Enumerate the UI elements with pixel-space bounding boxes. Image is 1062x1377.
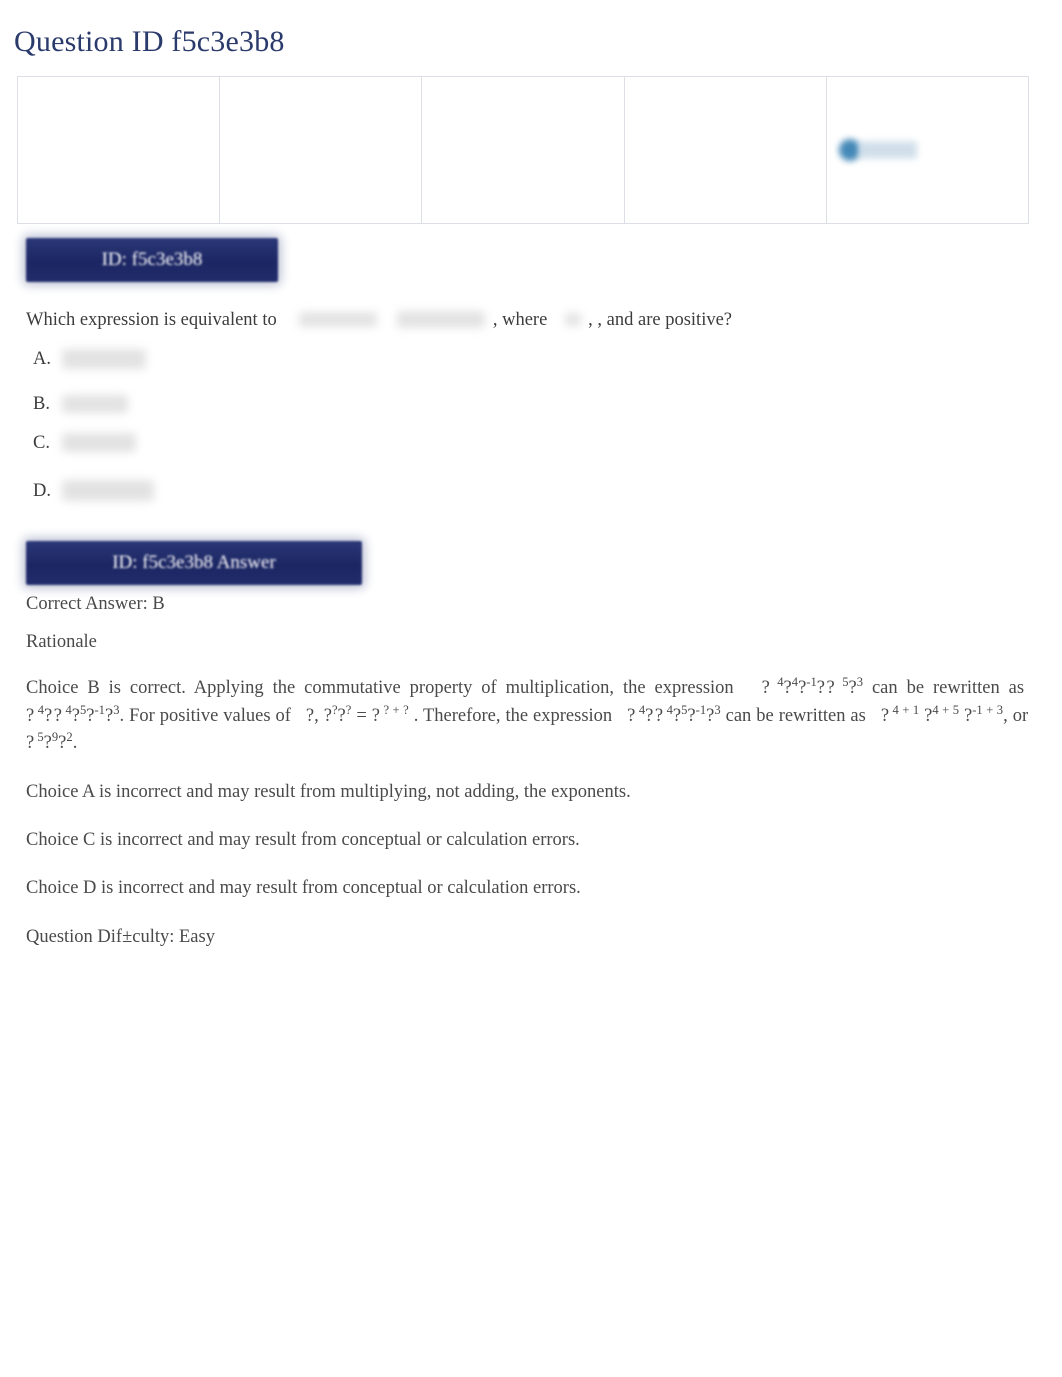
choice-b[interactable]: B. (33, 391, 128, 416)
choice-a-rationale: Choice A is incorrect and may result fro… (26, 782, 631, 802)
redacted-choice-c-expression (61, 433, 136, 453)
question-tail-text: , , and are positive? (588, 309, 733, 330)
table-row (16, 76, 1030, 224)
question-stem: Which expression is equivalent to , wher… (26, 306, 1036, 333)
choice-d[interactable]: D. (33, 478, 154, 503)
math-expression-final: ? 5?9?2 (26, 729, 73, 753)
correct-answer-label: Correct Answer: B (26, 594, 165, 614)
answer-id-badge: ID: f5c3e3b8 Answer (26, 541, 362, 585)
math-expression-b-1: ? 4? ? 4?5?-1?3 (26, 702, 120, 726)
choice-c[interactable]: C. (33, 430, 136, 455)
math-expression-b-2: ? 4? ? 4?5?-1?3 (627, 702, 721, 726)
question-id-badge: ID: f5c3e3b8 (26, 238, 278, 282)
rationale-part-2: can be rewritten as (871, 678, 1025, 698)
redacted-math-expression-2 (397, 311, 486, 329)
redacted-choice-d-expression (61, 480, 154, 502)
choice-c-rationale: Choice C is incorrect and may result fro… (26, 830, 580, 850)
choice-b-letter: B. (33, 393, 50, 414)
choice-a[interactable]: A. (33, 346, 146, 371)
redacted-math-variable (564, 313, 581, 327)
rationale-part-5: can be rewritten as (725, 705, 866, 726)
page-title: Question ID f5c3e3b8 (14, 25, 285, 58)
rationale-part-6: , or (1003, 705, 1029, 726)
question-lead-text: Which expression is equivalent to (26, 309, 277, 330)
rationale-part-4: . Therefore, the expression (413, 705, 613, 726)
rationale-part-7: . (72, 733, 78, 753)
top-table (16, 76, 1030, 224)
choice-d-letter: D. (33, 480, 51, 501)
rationale-part-3: . For positive values of (119, 705, 291, 726)
question-where-text: , where (492, 309, 548, 330)
top-table-body (16, 76, 1030, 224)
document-page: Question ID f5c3e3b8 ID: f5c3e3b8 Which … (0, 0, 1062, 1377)
table-cell-3 (421, 76, 625, 224)
blue-dot-icon (838, 139, 861, 161)
redacted-choice-b-expression (61, 394, 128, 413)
choice-d-rationale: Choice D is incorrect and may result fro… (26, 878, 581, 898)
table-cell-5 (825, 76, 1030, 224)
table-cell-4 (623, 76, 827, 224)
choice-c-letter: C. (33, 432, 50, 453)
math-expression-a-1: ? 4?4?-1? ? 5?3 (761, 674, 863, 698)
question-difficulty: Question Dif±culty: Easy (26, 927, 215, 947)
blue-bar-mark (858, 141, 917, 159)
redacted-graphic (827, 77, 1028, 223)
redacted-choice-a-expression (61, 348, 146, 369)
choice-a-letter: A. (33, 348, 51, 369)
table-cell-1 (16, 76, 221, 224)
redacted-math-expression-1 (298, 312, 377, 328)
table-cell-2 (219, 76, 423, 224)
rationale-paragraph: Choice B is correct. Applying the commut… (26, 675, 1038, 758)
math-identity: ?, ???? = ? ? + ? (305, 702, 409, 726)
rationale-label: Rationale (26, 632, 97, 652)
math-expression-sum: ? 4 + 1 ?4 + 5 ?-1 + 3 (880, 702, 1004, 726)
rationale-part-1: Choice B is correct. Applying the commut… (26, 678, 734, 698)
